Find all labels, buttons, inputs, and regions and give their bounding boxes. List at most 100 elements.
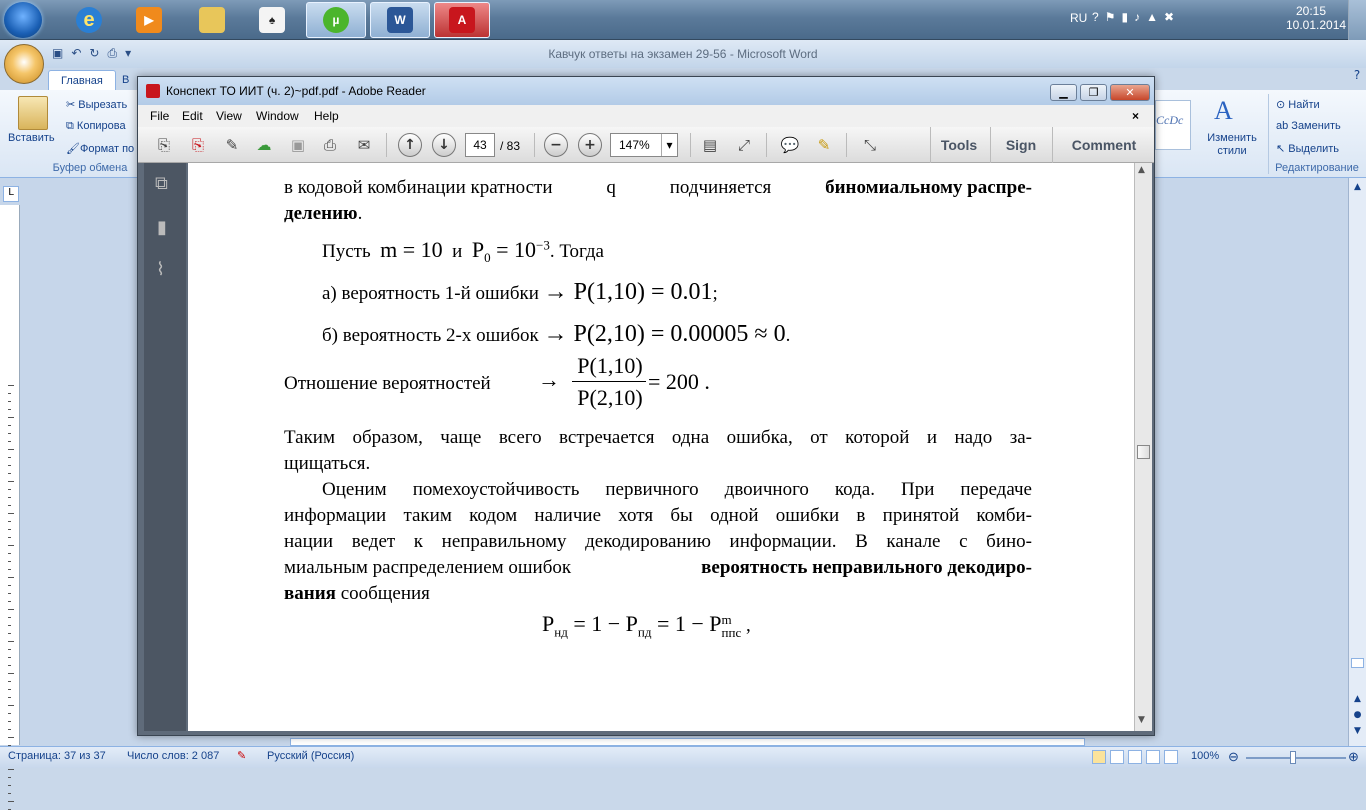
close-button[interactable]: ✕ xyxy=(1110,84,1150,101)
zoom-out-button[interactable]: − xyxy=(544,133,568,157)
outline-view-icon[interactable] xyxy=(1146,750,1160,764)
language-indicator[interactable]: RU xyxy=(1070,0,1087,40)
select-browse-object-icon[interactable]: ● xyxy=(1351,710,1364,724)
tab-home[interactable]: Главная xyxy=(48,70,116,90)
taskbar-adobe-reader[interactable]: A xyxy=(434,2,490,38)
help-icon[interactable]: ? xyxy=(1092,10,1099,26)
word-horizontal-scroll-thumb[interactable] xyxy=(290,738,1085,746)
zoom-select[interactable]: 147% ▾ xyxy=(610,133,678,157)
undo-icon[interactable]: ↶ xyxy=(71,46,81,62)
network-icon[interactable]: ▲ xyxy=(1146,10,1158,26)
taskbar-solitaire[interactable]: ♠ xyxy=(245,2,299,38)
next-page-icon[interactable]: ▼ xyxy=(1351,726,1364,740)
spellcheck-icon[interactable]: ✎ xyxy=(237,749,246,762)
redo-icon[interactable]: ↻ xyxy=(89,46,99,62)
status-language[interactable]: Русский (Россия) xyxy=(267,750,354,762)
comment-pane-button[interactable]: Comment xyxy=(1056,137,1152,153)
sticky-note-icon[interactable]: 💬 xyxy=(778,133,802,157)
email-icon[interactable]: ✉ xyxy=(352,133,376,157)
edit-icon[interactable]: ✎ xyxy=(220,133,244,157)
reader-scroll-thumb[interactable] xyxy=(1137,445,1150,459)
taskbar-word[interactable]: W xyxy=(370,2,430,38)
find-button[interactable]: ⊙ Найти xyxy=(1276,98,1320,111)
battery-icon[interactable]: ▮ xyxy=(1121,10,1128,26)
zoom-in-icon[interactable]: ⊕ xyxy=(1348,749,1359,765)
save-icon[interactable]: ▣ xyxy=(52,46,63,62)
menu-view[interactable]: View xyxy=(216,105,242,127)
change-styles-button[interactable]: Изменить стили xyxy=(1204,132,1260,158)
page-thumbnails-icon[interactable]: ⧉ xyxy=(155,173,168,194)
item-a-end: ; xyxy=(712,283,718,304)
start-button[interactable] xyxy=(4,2,42,38)
copy-button[interactable]: ⧉ Копирова xyxy=(66,120,126,133)
create-pdf-icon[interactable]: ⎘ xyxy=(152,133,176,157)
ruler-tick xyxy=(8,641,14,642)
let-prefix: Пусть xyxy=(322,241,371,262)
help-icon[interactable]: ? xyxy=(1348,68,1366,88)
scroll-up-arrow-icon[interactable]: ▲ xyxy=(1351,182,1364,196)
word-vertical-scrollbar[interactable]: ▲ ▲ ● ▼ xyxy=(1348,178,1366,746)
office-button[interactable] xyxy=(4,44,44,84)
power-icon[interactable]: ✖ xyxy=(1164,10,1174,26)
flag-icon[interactable]: ⚑ xyxy=(1105,10,1116,26)
reader-vertical-scrollbar[interactable]: ▲ ▼ xyxy=(1134,163,1152,731)
ruler-toggle-button[interactable]: L xyxy=(3,186,19,202)
replace-button[interactable]: ab Заменить xyxy=(1276,120,1341,132)
speaker-icon[interactable]: ♪ xyxy=(1134,10,1140,26)
zoom-slider-thumb[interactable] xyxy=(1290,751,1296,764)
scroll-thumb[interactable] xyxy=(1351,658,1364,668)
cut-button[interactable]: ✂ Вырезать xyxy=(66,98,127,111)
print-icon[interactable]: ⎙ xyxy=(318,133,342,157)
export-pdf-icon[interactable]: ⎘ xyxy=(186,133,210,157)
status-page[interactable]: Страница: 37 из 37 xyxy=(8,750,106,762)
customize-icon[interactable]: ▾ xyxy=(125,46,131,62)
select-button[interactable]: ↖ Выделить xyxy=(1276,142,1339,155)
zoom-in-button[interactable]: + xyxy=(578,133,602,157)
taskbar-media-player[interactable]: ▶ xyxy=(122,2,176,38)
status-word-count[interactable]: Число слов: 2 087 xyxy=(127,750,219,762)
menu-window[interactable]: Window xyxy=(256,105,299,127)
styles-gallery[interactable]: CcDc xyxy=(1155,100,1191,150)
zoom-slider[interactable] xyxy=(1246,757,1346,759)
next-page-button[interactable]: ↓ xyxy=(432,133,456,157)
paste-button[interactable]: Вставить xyxy=(8,132,55,144)
scroll-up-arrow-icon[interactable]: ▲ xyxy=(1138,165,1145,175)
print-icon[interactable]: ⎙ xyxy=(107,46,117,62)
print-layout-view-icon[interactable] xyxy=(1092,750,1106,764)
previous-page-button[interactable]: ↑ xyxy=(398,133,422,157)
fit-width-icon[interactable]: ⤢ xyxy=(732,133,756,157)
web-layout-icon[interactable] xyxy=(1128,750,1142,764)
minimize-button[interactable]: ▁ xyxy=(1050,84,1077,101)
zoom-level[interactable]: 100% xyxy=(1191,750,1219,762)
zoom-out-icon[interactable]: ⊖ xyxy=(1228,749,1239,765)
prev-page-icon[interactable]: ▲ xyxy=(1351,694,1364,708)
draft-view-icon[interactable] xyxy=(1164,750,1178,764)
taskbar-file-explorer[interactable] xyxy=(185,2,239,38)
taskbar-internet-explorer[interactable]: e xyxy=(62,2,116,38)
taskbar-utorrent[interactable]: µ xyxy=(306,2,366,38)
tools-pane-button[interactable]: Tools xyxy=(930,137,988,153)
paste-icon[interactable] xyxy=(18,96,48,130)
clock[interactable]: 20:15 10.01.2014 xyxy=(1286,4,1346,44)
menu-file[interactable]: File xyxy=(150,105,169,127)
highlight-icon[interactable]: ✎ xyxy=(812,133,836,157)
format-painter-button[interactable]: 🖌Формат по xyxy=(66,142,134,155)
bookmarks-icon[interactable]: ▮ xyxy=(157,217,167,238)
attachments-icon[interactable]: ⌇ xyxy=(156,259,165,280)
scroll-down-arrow-icon[interactable]: ▼ xyxy=(1138,715,1145,725)
fit-page-icon[interactable]: ▤ xyxy=(698,133,722,157)
save-icon[interactable]: ▣ xyxy=(286,133,310,157)
para2-line4-a: миальным распределением ошибок xyxy=(284,557,572,578)
close-document-icon[interactable]: × xyxy=(1132,105,1139,127)
sign-pane-button[interactable]: Sign xyxy=(992,137,1050,153)
full-screen-reading-icon[interactable] xyxy=(1110,750,1124,764)
restore-button[interactable]: ❐ xyxy=(1080,84,1107,101)
tray-icons[interactable]: ? ⚑ ▮ ♪ ▲ ✖ xyxy=(1092,10,1252,26)
page-number-input[interactable] xyxy=(465,133,495,157)
show-desktop-button[interactable] xyxy=(1348,0,1366,40)
cloud-upload-icon[interactable]: ☁ xyxy=(252,133,276,157)
menu-edit[interactable]: Edit xyxy=(182,105,203,127)
para2-line5-end: сообщения xyxy=(335,583,430,604)
menu-help[interactable]: Help xyxy=(314,105,339,127)
full-screen-icon[interactable]: ⤡ xyxy=(858,133,882,157)
